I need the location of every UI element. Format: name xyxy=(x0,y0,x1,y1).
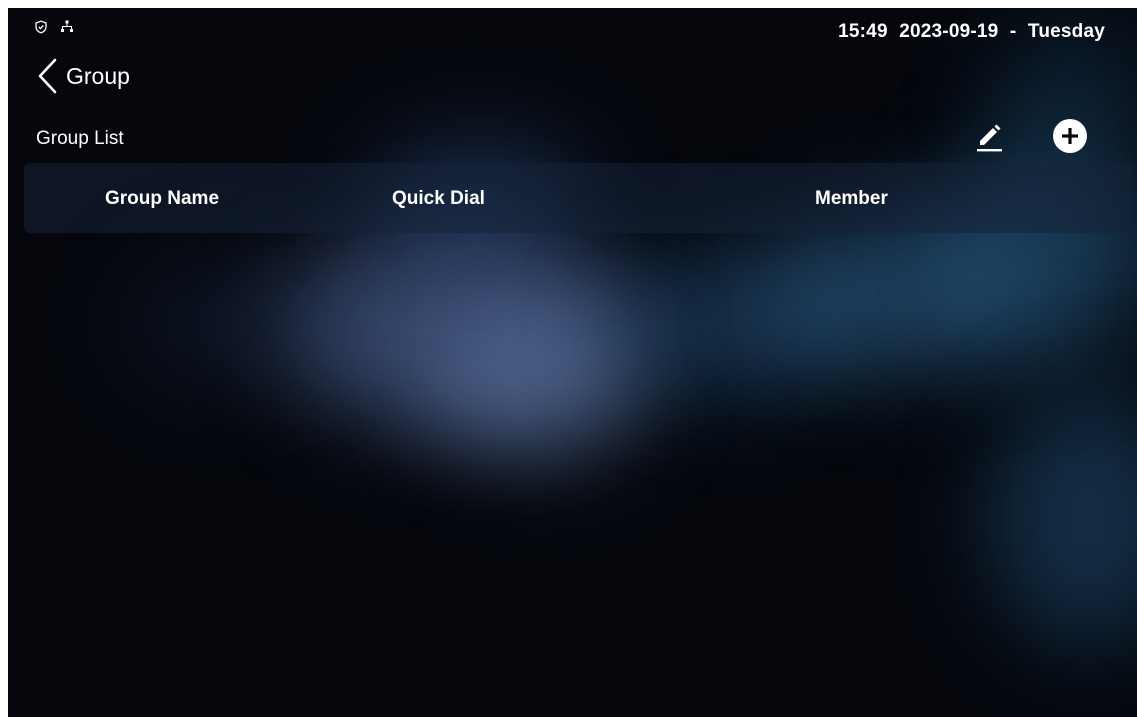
add-group-button[interactable] xyxy=(1052,118,1088,154)
shield-icon xyxy=(34,20,48,34)
edit-button[interactable] xyxy=(972,119,1006,153)
column-header-quick-dial: Quick Dial xyxy=(392,188,485,209)
column-header-member: Member xyxy=(815,188,888,209)
date-separator: - xyxy=(1009,21,1017,42)
group-screen: 15:49 2023-09-19 - Tuesday Group Group L… xyxy=(8,8,1137,717)
time-text: 15:49 xyxy=(838,21,888,42)
pencil-icon xyxy=(972,124,1006,157)
back-button[interactable]: Group xyxy=(36,56,130,96)
chevron-left-icon xyxy=(36,58,58,94)
status-bar: 15:49 2023-09-19 - Tuesday xyxy=(8,8,1137,48)
group-table-body xyxy=(24,233,1132,703)
group-list-title: Group List xyxy=(36,128,124,149)
group-table-header: Group Name Quick Dial Member xyxy=(24,163,1132,233)
column-header-group-name: Group Name xyxy=(105,188,220,209)
plus-circle-icon xyxy=(1052,119,1088,158)
clock: 15:49 2023-09-19 - Tuesday xyxy=(838,21,1105,43)
network-icon xyxy=(60,20,74,34)
weekday-text: Tuesday xyxy=(1027,21,1105,42)
date-text: 2023-09-19 xyxy=(899,21,999,42)
page-title: Group xyxy=(66,62,130,89)
